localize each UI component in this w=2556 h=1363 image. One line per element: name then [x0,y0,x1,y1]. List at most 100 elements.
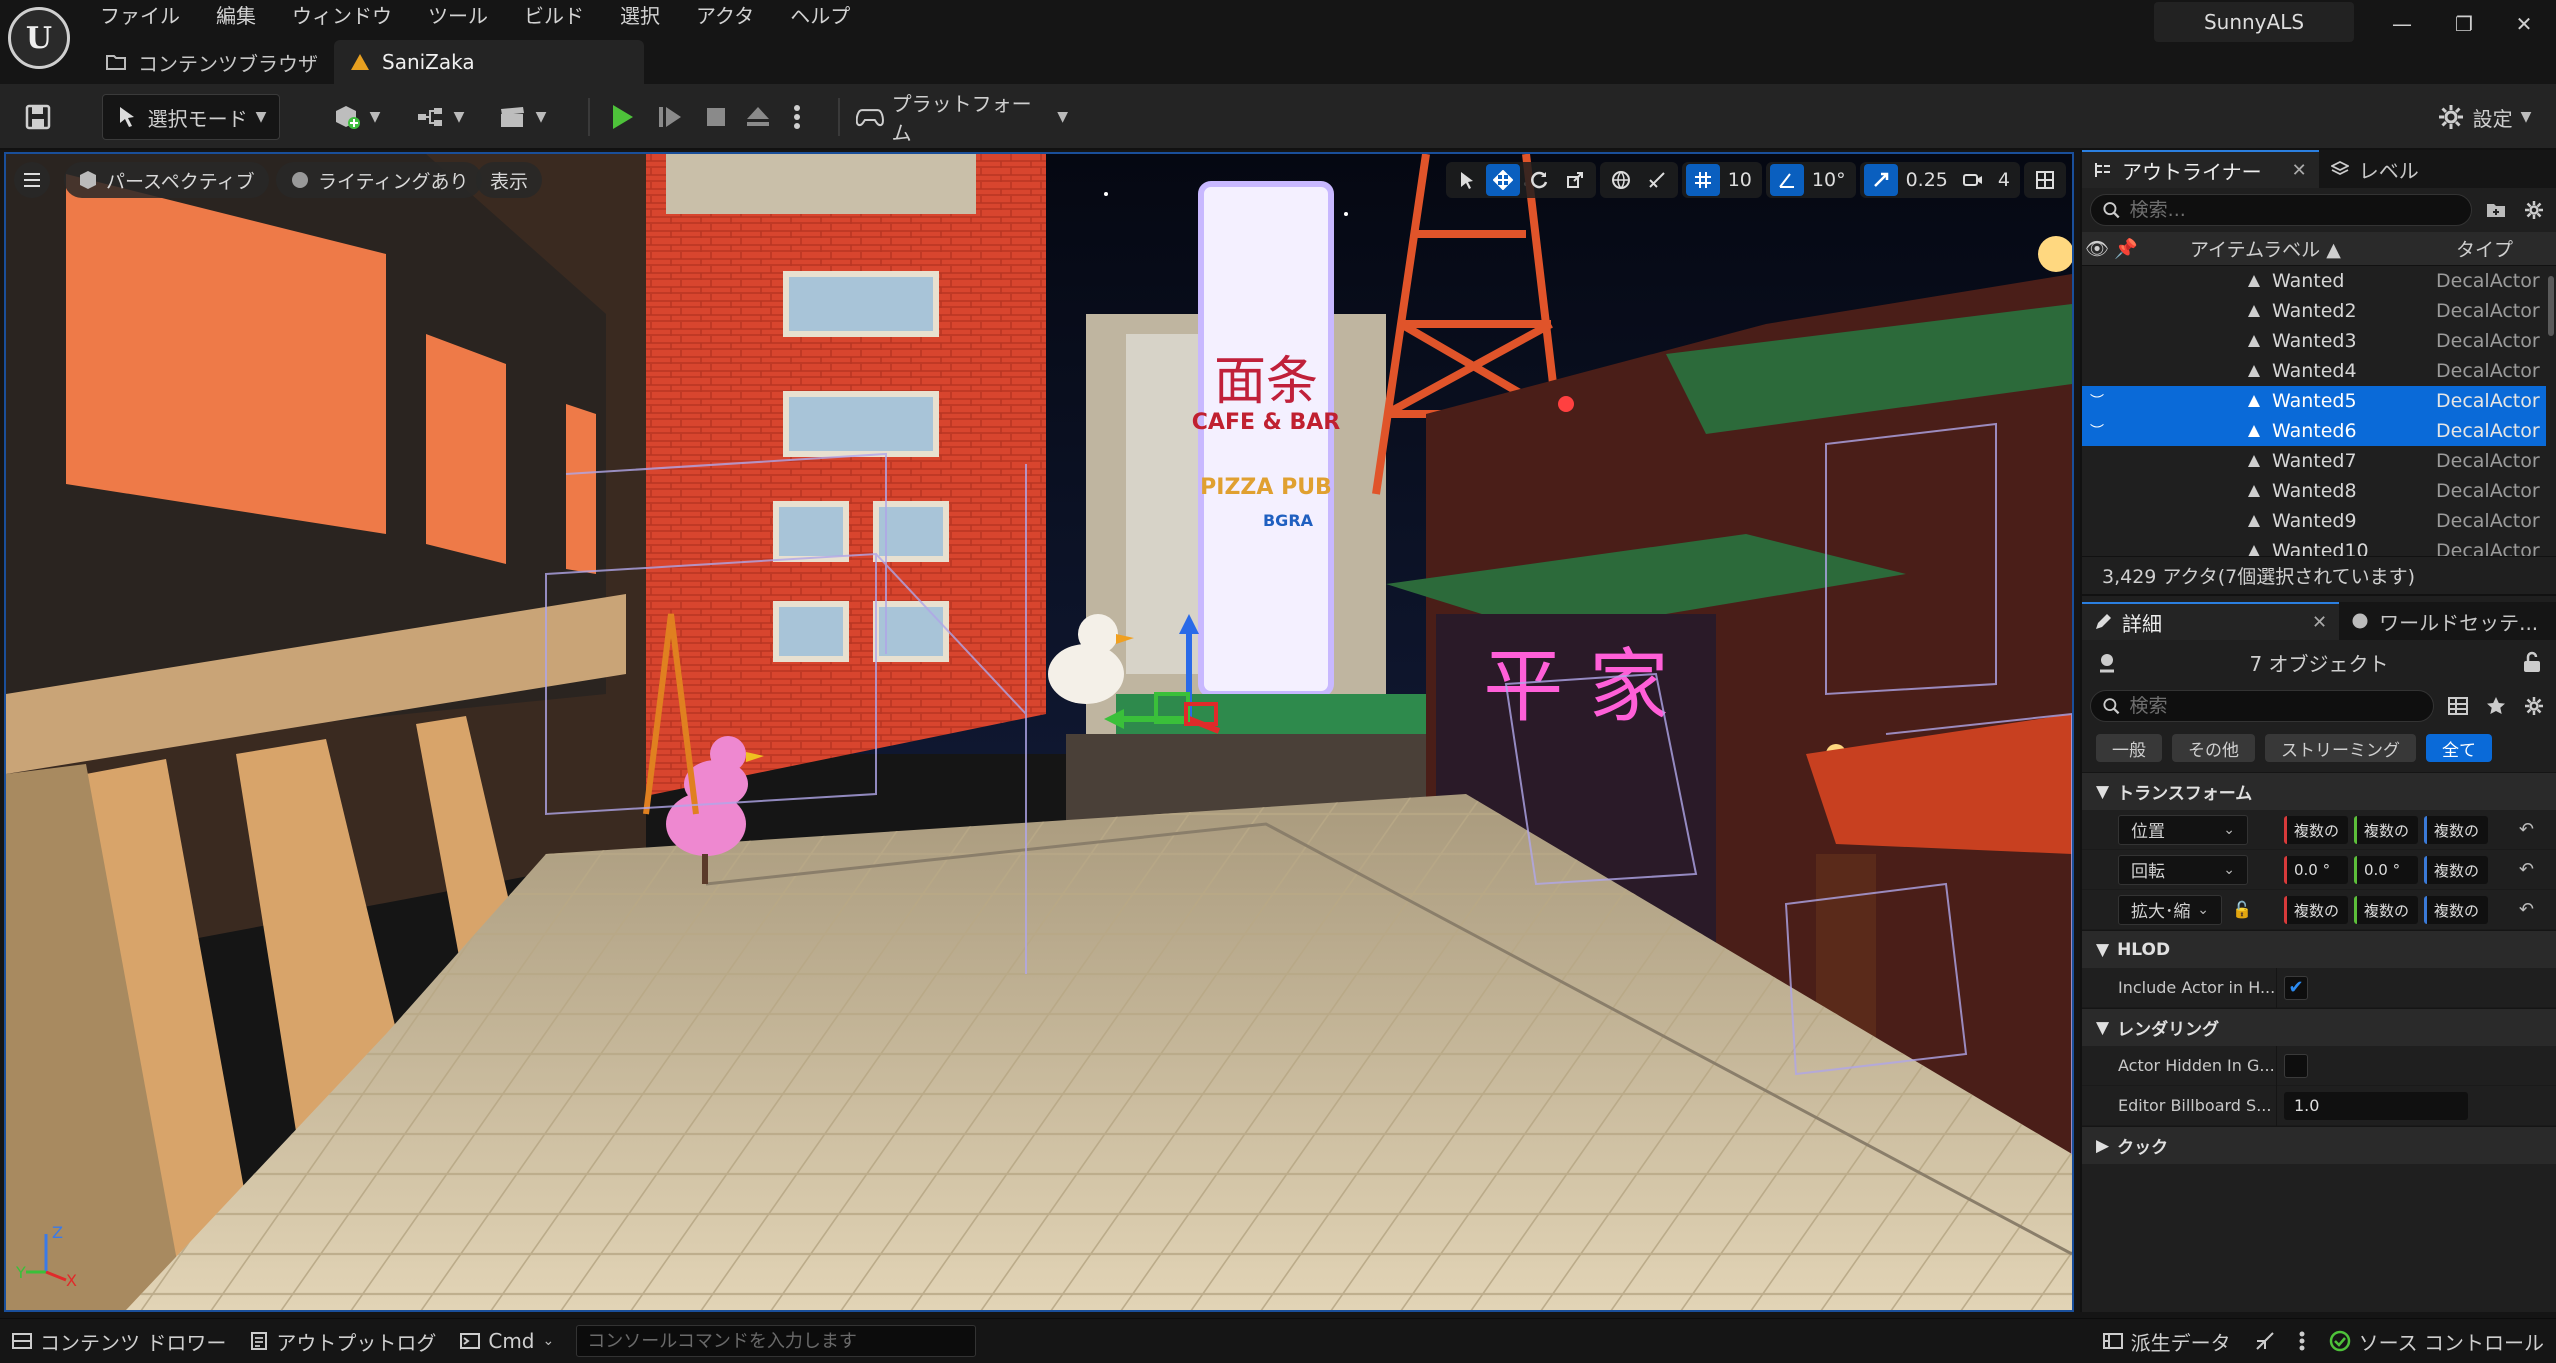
category-hlod[interactable]: ▼ HLOD [2082,930,2556,968]
surface-snap-toggle[interactable] [1640,164,1674,196]
rotation-snap-value[interactable]: 10° [1806,169,1852,191]
outliner-row[interactable]: Wanted DecalActor [2082,266,2546,296]
visibility-icon[interactable]: ︶ [2082,391,2112,411]
scale-snap-toggle[interactable] [1863,164,1898,196]
outliner-row[interactable]: Wanted9 DecalActor [2082,506,2546,536]
outliner-row[interactable]: Wanted2 DecalActor [2082,296,2546,326]
tab-outliner[interactable]: アウトライナー ✕ [2082,150,2319,188]
outliner-row[interactable]: Wanted4 DecalActor [2082,356,2546,386]
tab-levels[interactable]: レベル [2319,150,2431,188]
blueprint-button[interactable]: ▼ [410,94,470,140]
source-control-button[interactable]: ソース コントロール [2317,1319,2556,1363]
rotation-snap-toggle[interactable] [1769,164,1804,196]
visibility-column-icon[interactable]: 👁 [2082,237,2112,260]
close-icon[interactable]: ✕ [2292,160,2307,181]
include-hlod-checkbox[interactable]: ✔ [2284,975,2308,1000]
cmd-selector[interactable]: Cmd ⌄ [448,1319,566,1363]
unreal-logo[interactable]: U [8,7,70,69]
camera-speed-button[interactable] [1956,164,1990,196]
billboard-scale-field[interactable]: 1.0 [2284,1091,2468,1120]
location-z[interactable]: 複数の [2424,816,2488,844]
save-button[interactable] [16,94,60,140]
tab-details[interactable]: 詳細 ✕ [2082,602,2340,640]
camera-speed-value[interactable]: 4 [1992,169,2016,191]
location-y[interactable]: 複数の [2354,816,2418,844]
statusbar-more-button[interactable] [2287,1319,2317,1363]
rotation-x[interactable]: 0.0 ° [2284,856,2348,884]
pin-column-icon[interactable]: 📌 [2112,237,2140,260]
outliner-row[interactable]: Wanted8 DecalActor [2082,476,2546,506]
scale-z[interactable]: 複数の [2424,896,2488,924]
location-x[interactable]: 複数の [2284,816,2348,844]
filter-all[interactable]: 全て [2426,734,2492,762]
step-button[interactable] [650,94,690,140]
menu-edit[interactable]: 編集 [198,0,274,34]
world-space-toggle[interactable] [1604,164,1638,196]
favorites-button[interactable] [2482,692,2510,720]
console-input[interactable] [587,1330,966,1352]
derived-data-button[interactable]: 派生データ [2091,1319,2243,1363]
perspective-button[interactable]: パースペクティブ [64,162,269,198]
add-actor-button[interactable]: ▼ [326,94,386,140]
category-transform[interactable]: ▼ トランスフォーム [2082,772,2556,810]
rotation-y[interactable]: 0.0 ° [2354,856,2418,884]
show-button[interactable]: 表示 [476,162,543,198]
reset-icon[interactable]: ↶ [2519,899,2534,920]
filter-streaming[interactable]: ストリーミング [2265,734,2416,762]
category-rendering[interactable]: ▼ レンダリング [2082,1008,2556,1046]
mode-selector[interactable]: 選択モード ▼ [102,94,280,140]
translate-tool[interactable] [1485,164,1520,196]
outliner-search-input[interactable] [2129,199,2459,221]
details-settings-button[interactable] [2520,692,2548,720]
add-folder-button[interactable] [2482,196,2510,224]
lock-icon[interactable] [2522,651,2542,673]
grid-snap-toggle[interactable] [1685,164,1720,196]
menu-file[interactable]: ファイル [82,0,198,34]
reset-icon[interactable]: ↶ [2519,819,2534,840]
menu-help[interactable]: ヘルプ [772,0,868,34]
menu-tools[interactable]: ツール [410,0,506,34]
close-icon[interactable]: ✕ [2312,612,2327,633]
minimize-button[interactable]: — [2372,0,2432,48]
property-matrix-button[interactable] [2444,692,2472,720]
menu-window[interactable]: ウィンドウ [274,0,410,34]
location-combo[interactable]: 位置 ⌄ [2118,814,2248,845]
select-tool[interactable] [1450,164,1484,196]
scale-y[interactable]: 複数の [2354,896,2418,924]
menu-actor[interactable]: アクタ [678,0,772,34]
scale-x[interactable]: 複数の [2284,896,2348,924]
platform-button[interactable]: プラットフォーム ▼ [856,92,1068,145]
tab-world-settings[interactable]: ワールドセッテ... [2339,602,2550,640]
details-search-input[interactable] [2129,695,2421,717]
scale-snap-value[interactable]: 0.25 [1900,169,1954,191]
grid-snap-value[interactable]: 10 [1722,169,1758,191]
outliner-settings-button[interactable] [2520,196,2548,224]
category-cook[interactable]: ▶ クック [2082,1126,2556,1164]
outliner-row[interactable]: Wanted3 DecalActor [2082,326,2546,356]
play-button[interactable] [602,94,642,140]
column-item-label[interactable]: アイテムラベル ▲ [2190,235,2456,262]
content-drawer-button[interactable]: コンテンツ ドロワー [0,1319,238,1363]
menu-build[interactable]: ビルド [506,0,602,34]
outliner-row-selected[interactable]: ︶ Wanted6 DecalActor [2082,416,2546,446]
rotate-tool[interactable] [1522,164,1556,196]
filter-general[interactable]: 一般 [2096,734,2162,762]
play-options-button[interactable] [782,94,812,140]
background-tasks-button[interactable] [2243,1319,2287,1363]
viewport-menu-button[interactable] [14,162,50,198]
restore-button[interactable]: ❐ [2434,0,2494,48]
tab-level-sanizaka[interactable]: SaniZaka [334,40,644,84]
outliner-scrollbar[interactable] [2548,276,2554,336]
output-log-button[interactable]: アウトプットログ [238,1319,448,1363]
outliner-row[interactable]: Wanted10 DecalActor [2082,536,2546,556]
filter-other[interactable]: その他 [2172,734,2255,762]
visibility-icon[interactable]: ︶ [2082,421,2112,441]
scale-tool[interactable] [1558,164,1592,196]
rotation-combo[interactable]: 回転 ⌄ [2118,854,2248,885]
reset-icon[interactable]: ↶ [2519,859,2534,880]
viewport-layout-button[interactable] [2028,164,2062,196]
scale-combo[interactable]: 拡大･縮 ⌄ [2118,894,2222,925]
outliner-row-selected[interactable]: ︶ Wanted5 DecalActor [2082,386,2546,416]
unlock-icon[interactable]: 🔓 [2232,900,2252,919]
close-button[interactable]: ✕ [2494,0,2554,48]
